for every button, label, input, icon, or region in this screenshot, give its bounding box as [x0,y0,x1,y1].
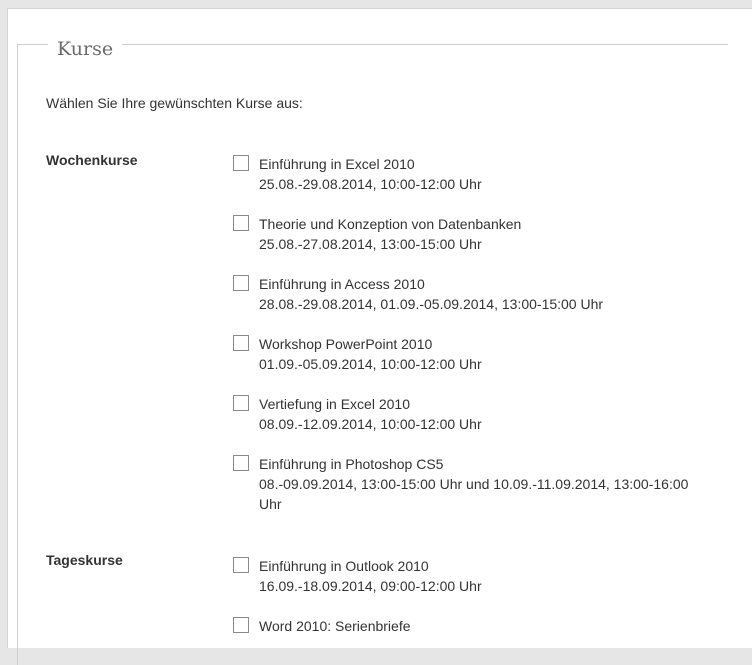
course-checkbox[interactable] [233,617,249,633]
course-title: Einführung in Outlook 2010 [259,558,429,574]
course-checkbox[interactable] [233,335,249,351]
course-title: Einführung in Photoshop CS5 [259,456,444,472]
course-title: Einführung in Access 2010 [259,276,425,292]
course-dates: 08.-09.09.2014, 13:00-15:00 Uhr und 10.0… [259,476,689,512]
course-dates: 08.09.-12.09.2014, 10:00-12:00 Uhr [259,416,482,432]
course-item[interactable]: Einführung in Photoshop CS5 08.-09.09.20… [233,454,703,514]
course-dates: 16.09.-18.09.2014, 09:00-12:00 Uhr [259,578,482,594]
course-dates: 25.08.-27.08.2014, 13:00-15:00 Uhr [259,236,482,252]
section-label-wochenkurse: Wochenkurse [46,152,138,168]
course-title: Word 2010: Serienbriefe [259,618,411,634]
course-item[interactable]: Einführung in Outlook 2010 16.09.-18.09.… [233,556,713,596]
intro-text: Wählen Sie Ihre gewünschten Kurse aus: [46,95,303,111]
course-title: Workshop PowerPoint 2010 [259,336,433,352]
course-dates: 25.08.-29.08.2014, 10:00-12:00 Uhr [259,176,482,192]
course-item[interactable]: Einführung in Excel 2010 25.08.-29.08.20… [233,154,713,194]
course-item[interactable]: Workshop PowerPoint 2010 01.09.-05.09.20… [233,334,713,374]
course-item[interactable]: Einführung in Access 2010 28.08.-29.08.2… [233,274,713,314]
course-title: Einführung in Excel 2010 [259,156,415,172]
course-checkbox[interactable] [233,275,249,291]
course-checkbox[interactable] [233,557,249,573]
course-checkbox[interactable] [233,215,249,231]
course-title: Theorie und Konzeption von Datenbanken [259,216,522,232]
course-title: Vertiefung in Excel 2010 [259,396,410,412]
course-dates: 01.09.-05.09.2014, 10:00-12:00 Uhr [259,356,482,372]
fieldset-legend: Kurse [48,38,123,60]
course-item[interactable]: Vertiefung in Excel 2010 08.09.-12.09.20… [233,394,713,434]
course-item[interactable]: Word 2010: Serienbriefe [233,616,713,636]
course-checkbox[interactable] [233,155,249,171]
course-item[interactable]: Theorie und Konzeption von Datenbanken 2… [233,214,713,254]
course-checkbox[interactable] [233,455,249,471]
course-dates: 28.08.-29.08.2014, 01.09.-05.09.2014, 13… [259,296,604,312]
course-checkbox[interactable] [233,395,249,411]
section-label-tageskurse: Tageskurse [46,552,123,568]
